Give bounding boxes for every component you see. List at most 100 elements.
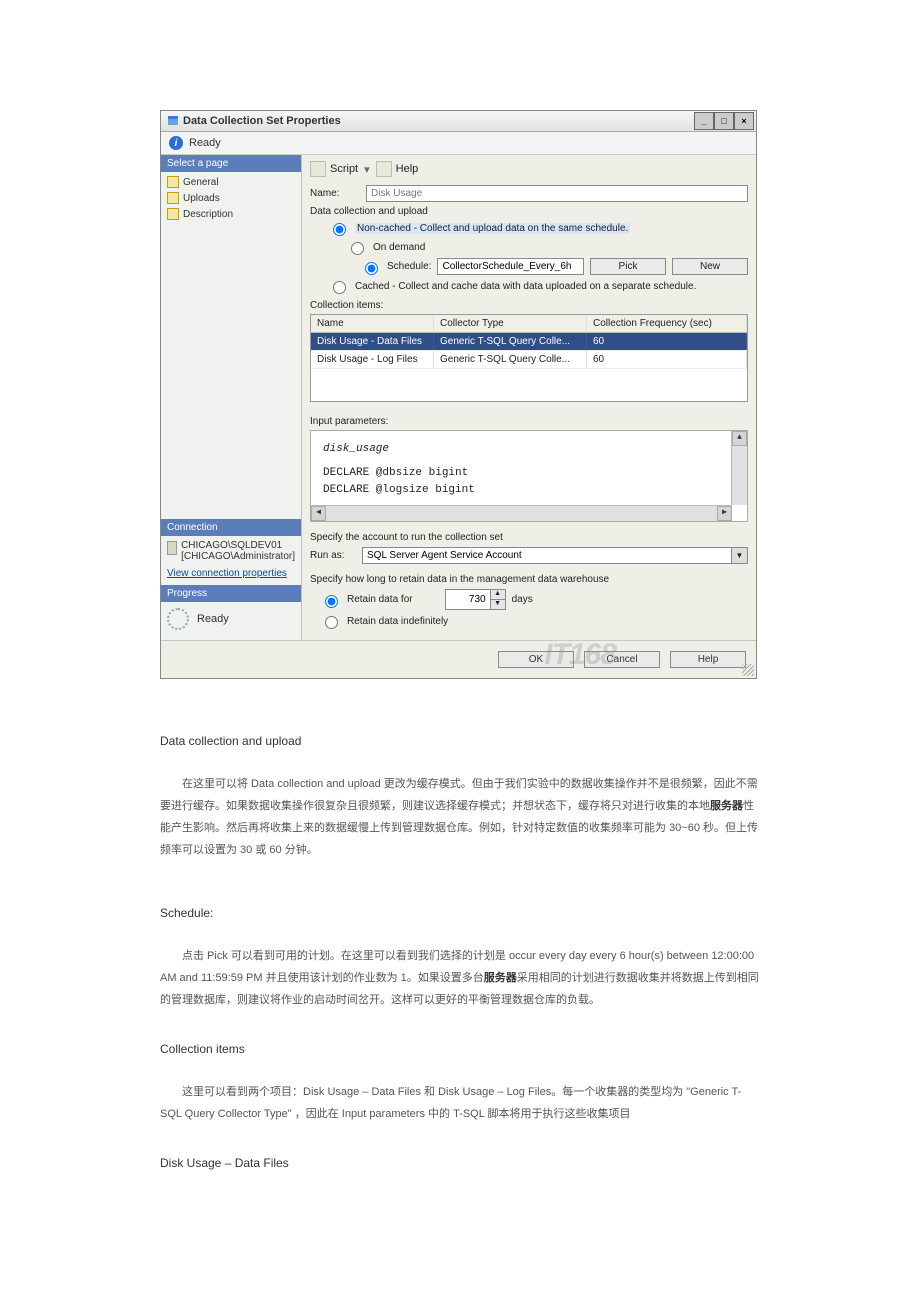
table-row[interactable]: Disk Usage - Data Files Generic T-SQL Qu… <box>311 333 747 351</box>
heading-dcu: Data collection and upload <box>160 729 760 753</box>
user-name: [CHICAGO\Administrator] <box>181 551 295 562</box>
maximize-button[interactable]: □ <box>714 112 734 130</box>
scroll-right-icon[interactable]: ▶ <box>717 506 732 521</box>
input-params-label: Input parameters: <box>310 416 748 427</box>
radio-schedule-label: Schedule: <box>387 261 431 272</box>
params-line: DECLARE @logsize bigint <box>323 482 735 500</box>
scroll-left-icon[interactable]: ◀ <box>311 506 326 521</box>
article-text: Data collection and upload 在这里可以将 Data c… <box>160 729 760 1175</box>
page-icon <box>167 192 179 204</box>
nav-label: Uploads <box>183 193 220 204</box>
input-params-box[interactable]: disk_usage DECLARE @dbsize bigint DECLAR… <box>310 430 748 522</box>
radio-non-cached-label: Non-cached - Collect and upload data on … <box>355 223 630 234</box>
name-field[interactable] <box>366 185 748 202</box>
dialog-footer: IT168 OK Cancel Help <box>161 640 756 678</box>
cell-freq: 60 <box>587 333 747 350</box>
params-line: disk_usage <box>323 441 735 459</box>
nav-general[interactable]: General <box>165 174 297 190</box>
server-name: CHICAGO\SQLDEV01 <box>181 540 295 551</box>
ready-text: Ready <box>189 137 221 149</box>
script-help-toolbar: Script ▾ Help <box>310 161 748 177</box>
close-button[interactable]: × <box>734 112 754 130</box>
app-icon <box>167 115 179 127</box>
nav-label: General <box>183 177 219 188</box>
cell-name: Disk Usage - Log Files <box>311 351 434 368</box>
resize-grip-icon[interactable] <box>742 664 754 676</box>
heading-disk-usage-data: Disk Usage – Data Files <box>160 1151 760 1175</box>
window-title: Data Collection Set Properties <box>183 115 341 127</box>
nav-description[interactable]: Description <box>165 206 297 222</box>
col-type: Collector Type <box>434 315 587 332</box>
cell-type: Generic T-SQL Query Colle... <box>434 333 587 350</box>
days-unit: days <box>512 594 533 605</box>
retain-for-label: Retain data for <box>347 594 413 605</box>
minimize-button[interactable]: _ <box>694 112 714 130</box>
main-panel: Script ▾ Help Name: Data collection and … <box>302 155 756 640</box>
paragraph: 这里可以看到两个项目：Disk Usage – Data Files 和 Dis… <box>160 1081 760 1125</box>
nav-label: Description <box>183 209 233 220</box>
nav-uploads[interactable]: Uploads <box>165 190 297 206</box>
grid-header: Name Collector Type Collection Frequency… <box>311 315 747 333</box>
pick-button[interactable]: Pick <box>590 258 666 275</box>
progress-spinner-icon <box>167 608 189 630</box>
params-line: DECLARE @dbsize bigint <box>323 465 735 483</box>
dcu-label: Data collection and upload <box>310 206 748 217</box>
radio-schedule[interactable] <box>365 262 378 275</box>
status-ready-bar: i Ready <box>161 132 756 155</box>
cell-type: Generic T-SQL Query Colle... <box>434 351 587 368</box>
heading-schedule: Schedule: <box>160 901 760 925</box>
spin-down-icon[interactable]: ▼ <box>490 599 505 609</box>
collection-items-label: Collection items: <box>310 300 748 311</box>
spin-up-icon[interactable]: ▲ <box>490 590 505 599</box>
heading-collection-items: Collection items <box>160 1037 760 1061</box>
help-icon <box>376 161 392 177</box>
account-label: Specify the account to run the collectio… <box>310 532 748 543</box>
new-button[interactable]: New <box>672 258 748 275</box>
radio-on-demand[interactable] <box>351 242 364 255</box>
paragraph: 在这里可以将 Data collection and upload 更改为缓存模… <box>160 773 760 861</box>
paragraph: 点击 Pick 可以看到可用的计划。在这里可以看到我们选择的计划是 occur … <box>160 945 760 1011</box>
script-button[interactable]: Script <box>330 163 358 175</box>
cell-freq: 60 <box>587 351 747 368</box>
col-name: Name <box>311 315 434 332</box>
titlebar[interactable]: Data Collection Set Properties _ □ × <box>161 111 756 132</box>
footer-help-button[interactable]: Help <box>670 651 746 668</box>
retain-indef-label: Retain data indefinitely <box>347 616 448 627</box>
retain-days-input[interactable] <box>446 592 490 607</box>
connection-header: Connection <box>161 519 301 536</box>
col-freq: Collection Frequency (sec) <box>587 315 747 332</box>
radio-cached-label: Cached - Collect and cache data with dat… <box>355 281 696 292</box>
chevron-down-icon[interactable]: ▼ <box>731 548 747 563</box>
radio-on-demand-label: On demand <box>373 242 425 253</box>
dialog-window: Data Collection Set Properties _ □ × i R… <box>160 110 757 679</box>
select-page-header: Select a page <box>161 155 301 172</box>
radio-non-cached[interactable] <box>333 223 346 236</box>
dropdown-icon[interactable]: ▾ <box>364 163 370 176</box>
cell-name: Disk Usage - Data Files <box>311 333 434 350</box>
vertical-scrollbar[interactable]: ▲ <box>731 431 747 505</box>
retain-days-spinner[interactable]: ▲ ▼ <box>445 589 506 610</box>
radio-cached[interactable] <box>333 281 346 294</box>
run-as-label: Run as: <box>310 550 356 561</box>
run-as-combo[interactable] <box>362 547 748 564</box>
left-panel: Select a page General Uploads Descriptio… <box>161 155 302 640</box>
radio-retain-indef[interactable] <box>325 616 338 629</box>
progress-header: Progress <box>161 585 301 602</box>
connection-info: CHICAGO\SQLDEV01 [CHICAGO\Administrator]… <box>161 536 301 585</box>
horizontal-scrollbar[interactable]: ◀ ▶ <box>311 505 732 521</box>
collection-items-grid[interactable]: Name Collector Type Collection Frequency… <box>310 314 748 402</box>
retain-label: Specify how long to retain data in the m… <box>310 574 748 585</box>
radio-retain-for[interactable] <box>325 595 338 608</box>
scroll-up-icon[interactable]: ▲ <box>732 431 747 446</box>
page-icon <box>167 176 179 188</box>
server-icon <box>167 541 177 555</box>
view-connection-link[interactable]: View connection properties <box>167 568 287 579</box>
window-buttons: _ □ × <box>694 112 754 130</box>
table-row[interactable]: Disk Usage - Log Files Generic T-SQL Que… <box>311 351 747 369</box>
progress-text: Ready <box>197 613 229 625</box>
help-button[interactable]: Help <box>396 163 419 175</box>
cancel-button[interactable]: Cancel <box>584 651 660 668</box>
name-label: Name: <box>310 188 360 199</box>
schedule-field[interactable] <box>437 258 584 275</box>
ok-button[interactable]: OK <box>498 651 574 668</box>
